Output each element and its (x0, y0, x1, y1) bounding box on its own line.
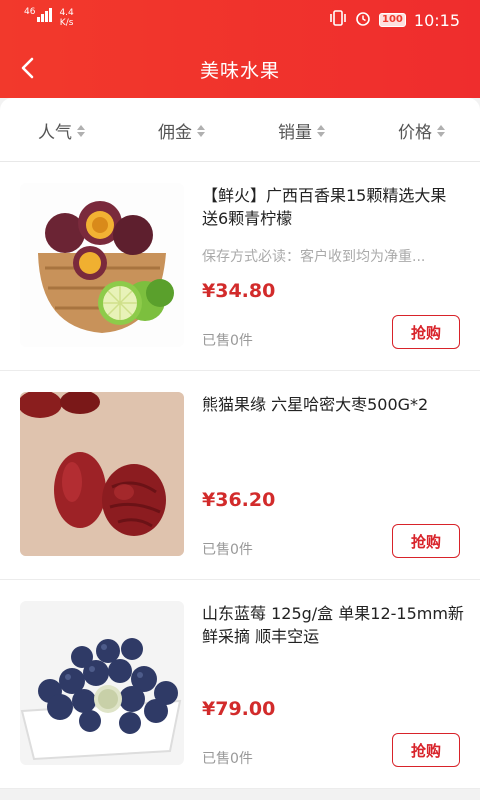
product-price: ¥79.00 (202, 698, 276, 720)
product-title[interactable]: 熊猫果缘 六星哈密大枣500G*2 (202, 393, 464, 416)
product-image[interactable] (20, 183, 184, 347)
sort-tab-label: 佣金 (158, 123, 192, 143)
product-card[interactable]: 【鲜火】广西百香果15颗精选大果 送6颗青柠檬 保存方式必读：客户收到均为净重.… (0, 162, 480, 371)
sort-arrows-icon (197, 124, 205, 137)
sold-count: 已售0件 (202, 751, 253, 767)
page-title: 美味水果 (199, 60, 280, 82)
battery-indicator: 100 (379, 13, 406, 27)
product-title[interactable]: 山东蓝莓 125g/盒 单果12-15mm新鲜采摘 顺丰空运 (202, 602, 464, 648)
buy-button[interactable]: 抢购 (392, 733, 460, 767)
product-title[interactable]: 【鲜火】广西百香果15颗精选大果 送6颗青柠檬 (202, 184, 464, 230)
buy-button[interactable]: 抢购 (392, 315, 460, 349)
alarm-icon (355, 10, 371, 30)
product-card[interactable]: 熊猫果缘 六星哈密大枣500G*2 ¥36.20 已售0件 抢购 (0, 371, 480, 580)
sort-tab-commission[interactable]: 佣金 (158, 118, 205, 143)
sold-count: 已售0件 (202, 542, 253, 558)
net-speed-value: 4.4 (59, 8, 74, 18)
sort-bar: 人气 佣金 销量 价格 (0, 98, 480, 162)
vibrate-icon (329, 10, 347, 30)
product-list: 【鲜火】广西百香果15颗精选大果 送6颗青柠檬 保存方式必读：客户收到均为净重.… (0, 162, 480, 789)
sort-tab-label: 人气 (38, 123, 72, 143)
sort-arrows-icon (437, 124, 445, 137)
clock: 10:15 (413, 10, 460, 30)
sort-arrows-icon (317, 124, 325, 137)
sort-arrows-icon (77, 124, 85, 137)
sort-tab-label: 销量 (278, 123, 312, 143)
net-speed-unit: K/s (59, 18, 74, 28)
sold-count: 已售0件 (202, 333, 253, 349)
product-description: 保存方式必读：客户收到均为净重... (202, 249, 426, 265)
signal-icon (37, 8, 53, 22)
product-image[interactable] (20, 392, 184, 556)
product-price: ¥36.20 (202, 489, 276, 511)
title-bar: 美味水果 (0, 40, 480, 98)
sort-tab-label: 价格 (398, 123, 432, 143)
network-type: 46 (24, 7, 36, 17)
network-indicator: 46 4.4 K/s (24, 7, 74, 29)
product-card[interactable]: 山东蓝莓 125g/盒 单果12-15mm新鲜采摘 顺丰空运 ¥79.00 已售… (0, 580, 480, 789)
sort-tab-price[interactable]: 价格 (398, 118, 445, 143)
buy-button[interactable]: 抢购 (392, 524, 460, 558)
product-price: ¥34.80 (202, 280, 276, 302)
net-speed: 4.4 K/s (59, 8, 73, 28)
product-image[interactable] (20, 601, 184, 765)
sort-tab-popularity[interactable]: 人气 (38, 118, 85, 143)
sort-tab-sales[interactable]: 销量 (278, 118, 325, 143)
status-bar: 46 4.4 K/s 100 10:15 (0, 0, 480, 40)
